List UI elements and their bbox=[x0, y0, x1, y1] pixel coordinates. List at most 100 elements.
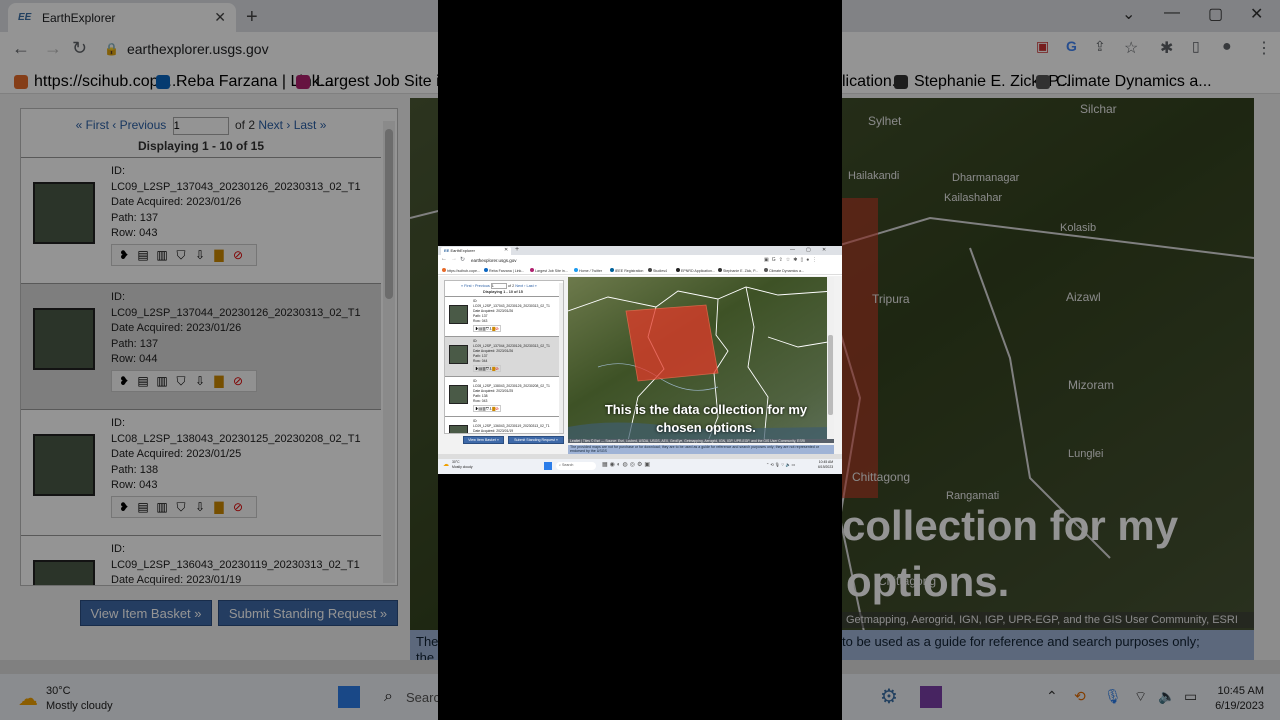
bookmark-item[interactable]: https://scihub.cope... bbox=[442, 268, 480, 273]
back-icon[interactable]: ← bbox=[441, 256, 447, 262]
bookmark-item[interactable]: Home / Twitter bbox=[574, 268, 602, 273]
scene-thumbnail[interactable] bbox=[449, 345, 468, 364]
page-number-input[interactable]: 1 bbox=[490, 283, 507, 289]
close-icon[interactable]: ✕ bbox=[214, 9, 226, 26]
download-icon[interactable]: ⇩ bbox=[192, 247, 208, 263]
next-link[interactable]: Next › bbox=[515, 284, 525, 288]
wifi-icon[interactable]: ⌔ bbox=[1134, 688, 1147, 706]
window-close-icon[interactable]: ✕ bbox=[822, 247, 826, 253]
scene-thumbnail[interactable] bbox=[33, 308, 95, 370]
system-tray-icons[interactable]: ⌃⟲🎙⌔🔈▭ bbox=[766, 462, 796, 468]
last-link[interactable]: Last » bbox=[294, 118, 327, 132]
view-item-basket-button[interactable]: View Item Basket » bbox=[80, 600, 212, 626]
next-link[interactable]: Next › bbox=[258, 118, 290, 132]
sidepanel-icon[interactable]: ▯ bbox=[1192, 38, 1200, 55]
battery-icon[interactable]: ▭ bbox=[1184, 688, 1197, 705]
result-row[interactable]: ID: LC09_L2SP_137043_20230126_20230313_02… bbox=[445, 296, 559, 336]
bookmark-item[interactable]: Reba Farzana | Link... bbox=[484, 268, 524, 273]
windows-start-icon[interactable] bbox=[338, 686, 360, 708]
search-icon[interactable]: ⌕ bbox=[384, 688, 393, 706]
result-row[interactable]: ID: LC09_L2SP_136043_20230119_20230313_02… bbox=[445, 416, 559, 433]
add-to-basket-icon[interactable]: ▇ bbox=[211, 499, 227, 515]
minimize-icon[interactable]: — bbox=[790, 247, 795, 253]
forward-icon[interactable]: → bbox=[44, 38, 62, 59]
minimize-icon[interactable]: — bbox=[1164, 4, 1180, 22]
result-action-icons[interactable]: ❥▤▥⛉⇩▇⊘ bbox=[473, 365, 501, 372]
reload-icon[interactable]: ↻ bbox=[72, 38, 87, 59]
bookmark-item[interactable]: Largest Job Site in... bbox=[530, 268, 568, 273]
compare-icon[interactable]: ▥ bbox=[154, 499, 170, 515]
scene-thumbnail[interactable] bbox=[449, 385, 468, 404]
close-icon[interactable]: ✕ bbox=[504, 247, 508, 253]
bookmark-item[interactable]: Studies4 bbox=[648, 268, 667, 273]
bookmark-star-icon[interactable]: ☆ bbox=[1124, 38, 1138, 58]
last-link[interactable]: Last » bbox=[526, 284, 536, 288]
results-scrollbar[interactable] bbox=[383, 121, 395, 583]
extension-icon[interactable]: ▣ bbox=[1036, 38, 1049, 55]
footprint-icon[interactable]: ❥ bbox=[116, 499, 132, 515]
puzzle-icon[interactable]: ✱ bbox=[1160, 38, 1173, 58]
exclude-icon[interactable]: ⊘ bbox=[230, 373, 246, 389]
tab-earthexplorer[interactable]: EE EarthExplorer ✕ bbox=[8, 3, 236, 32]
maximize-icon[interactable]: ▢ bbox=[1208, 4, 1223, 24]
result-action-icons[interactable]: ❥▤▥⛉⇩▇⊘ bbox=[473, 325, 501, 332]
mic-icon[interactable]: 🎙 bbox=[1104, 688, 1122, 705]
google-icon[interactable]: G bbox=[1066, 38, 1077, 54]
profile-icon[interactable]: ● bbox=[1222, 38, 1232, 56]
download-icon[interactable]: ⇩ bbox=[192, 499, 208, 515]
taskbar-app-icons[interactable]: ▦◉◐◍◎⚙▣ bbox=[602, 461, 652, 468]
compare-icon[interactable]: ▥ bbox=[154, 373, 170, 389]
result-row[interactable]: ID: LC08_L2SP_138043_20230125_20230208_02… bbox=[445, 376, 559, 416]
browse-overlay-icon[interactable]: ▤ bbox=[135, 499, 151, 515]
add-to-basket-icon[interactable]: ▇ bbox=[211, 247, 227, 263]
menu-icon[interactable]: ⋮ bbox=[1256, 38, 1272, 58]
result-row[interactable]: ID: LC08_L2SP_138043_20230125_20230208_0… bbox=[21, 409, 381, 535]
first-link[interactable]: « First bbox=[461, 284, 472, 288]
window-close-icon[interactable]: ✕ bbox=[1250, 4, 1263, 24]
toolbar-icons[interactable]: ▣G⇪☆✱▯●⋮ bbox=[764, 257, 820, 263]
taskbar-search-box[interactable]: ⌕ Search bbox=[556, 462, 596, 470]
clock[interactable]: 10:45 AM 6/19/2023 bbox=[818, 460, 833, 469]
scene-thumbnail[interactable] bbox=[33, 182, 95, 244]
view-item-basket-button[interactable]: View Item Basket » bbox=[463, 436, 504, 444]
bookmark-item[interactable]: Climate Dynamics a... bbox=[764, 268, 804, 273]
add-to-basket-icon[interactable]: ▇ bbox=[211, 373, 227, 389]
scrollbar-thumb[interactable] bbox=[385, 129, 393, 299]
metadata-icon[interactable]: ⛉ bbox=[173, 373, 189, 389]
footprint-icon[interactable]: ❥ bbox=[116, 247, 132, 263]
first-link[interactable]: « First bbox=[76, 118, 109, 132]
tray-chevron-icon[interactable]: ⌃ bbox=[1046, 688, 1058, 705]
new-tab-icon[interactable]: + bbox=[515, 246, 519, 253]
weather-widget[interactable]: 30°C Mostly cloudy bbox=[46, 684, 113, 714]
previous-link[interactable]: ‹ Previous bbox=[473, 284, 490, 288]
result-action-icons[interactable]: ❥▤▥⛉⇩▇⊘ bbox=[473, 405, 501, 412]
sync-icon[interactable]: ⟲ bbox=[1074, 688, 1086, 705]
weather-widget[interactable]: 30°C Mostly cloudy bbox=[452, 460, 473, 469]
metadata-icon[interactable]: ⛉ bbox=[173, 247, 189, 263]
tab-search-chevron-icon[interactable]: ⌄ bbox=[1122, 4, 1135, 24]
compare-icon[interactable]: ▥ bbox=[154, 247, 170, 263]
metadata-icon[interactable]: ⛉ bbox=[173, 499, 189, 515]
browse-overlay-icon[interactable]: ▤ bbox=[135, 373, 151, 389]
new-tab-icon[interactable]: + bbox=[246, 6, 258, 29]
bookmark-item[interactable]: EPNRD Application... bbox=[676, 268, 715, 273]
reload-icon[interactable]: ↻ bbox=[460, 256, 465, 263]
page-number-input[interactable] bbox=[172, 117, 229, 135]
app-icon[interactable] bbox=[920, 686, 942, 708]
bookmark-item[interactable]: Stephanie E. Zick, P... bbox=[718, 268, 758, 273]
submit-standing-request-button[interactable]: Submit Standing Request » bbox=[218, 600, 398, 626]
volume-icon[interactable]: 🔈 bbox=[1158, 688, 1175, 705]
result-row[interactable]: ID: LC09_L2SP_137043_20230126_20230313_0… bbox=[21, 157, 381, 283]
back-icon[interactable]: ← bbox=[12, 38, 30, 59]
scene-thumbnail[interactable] bbox=[449, 425, 468, 433]
download-icon[interactable]: ⇩ bbox=[192, 373, 208, 389]
result-row[interactable]: ID: LC09_L2SP_136043_20230119_20230313_0… bbox=[21, 535, 381, 585]
footprint-icon[interactable]: ❥ bbox=[116, 373, 132, 389]
exclude-icon[interactable]: ⊘ bbox=[230, 499, 246, 515]
result-row-selected[interactable]: ID: LC09_L2SP_137044_20230126_20230313_0… bbox=[21, 283, 381, 409]
previous-link[interactable]: ‹ Previous bbox=[112, 118, 166, 132]
tab-earthexplorer[interactable]: EE EarthExplorer bbox=[441, 247, 511, 255]
submit-standing-request-button[interactable]: Submit Standing Request » bbox=[508, 436, 564, 444]
clock[interactable]: 10:45 AM 6/19/2023 bbox=[1206, 684, 1264, 714]
exclude-icon[interactable]: ⊘ bbox=[230, 247, 246, 263]
